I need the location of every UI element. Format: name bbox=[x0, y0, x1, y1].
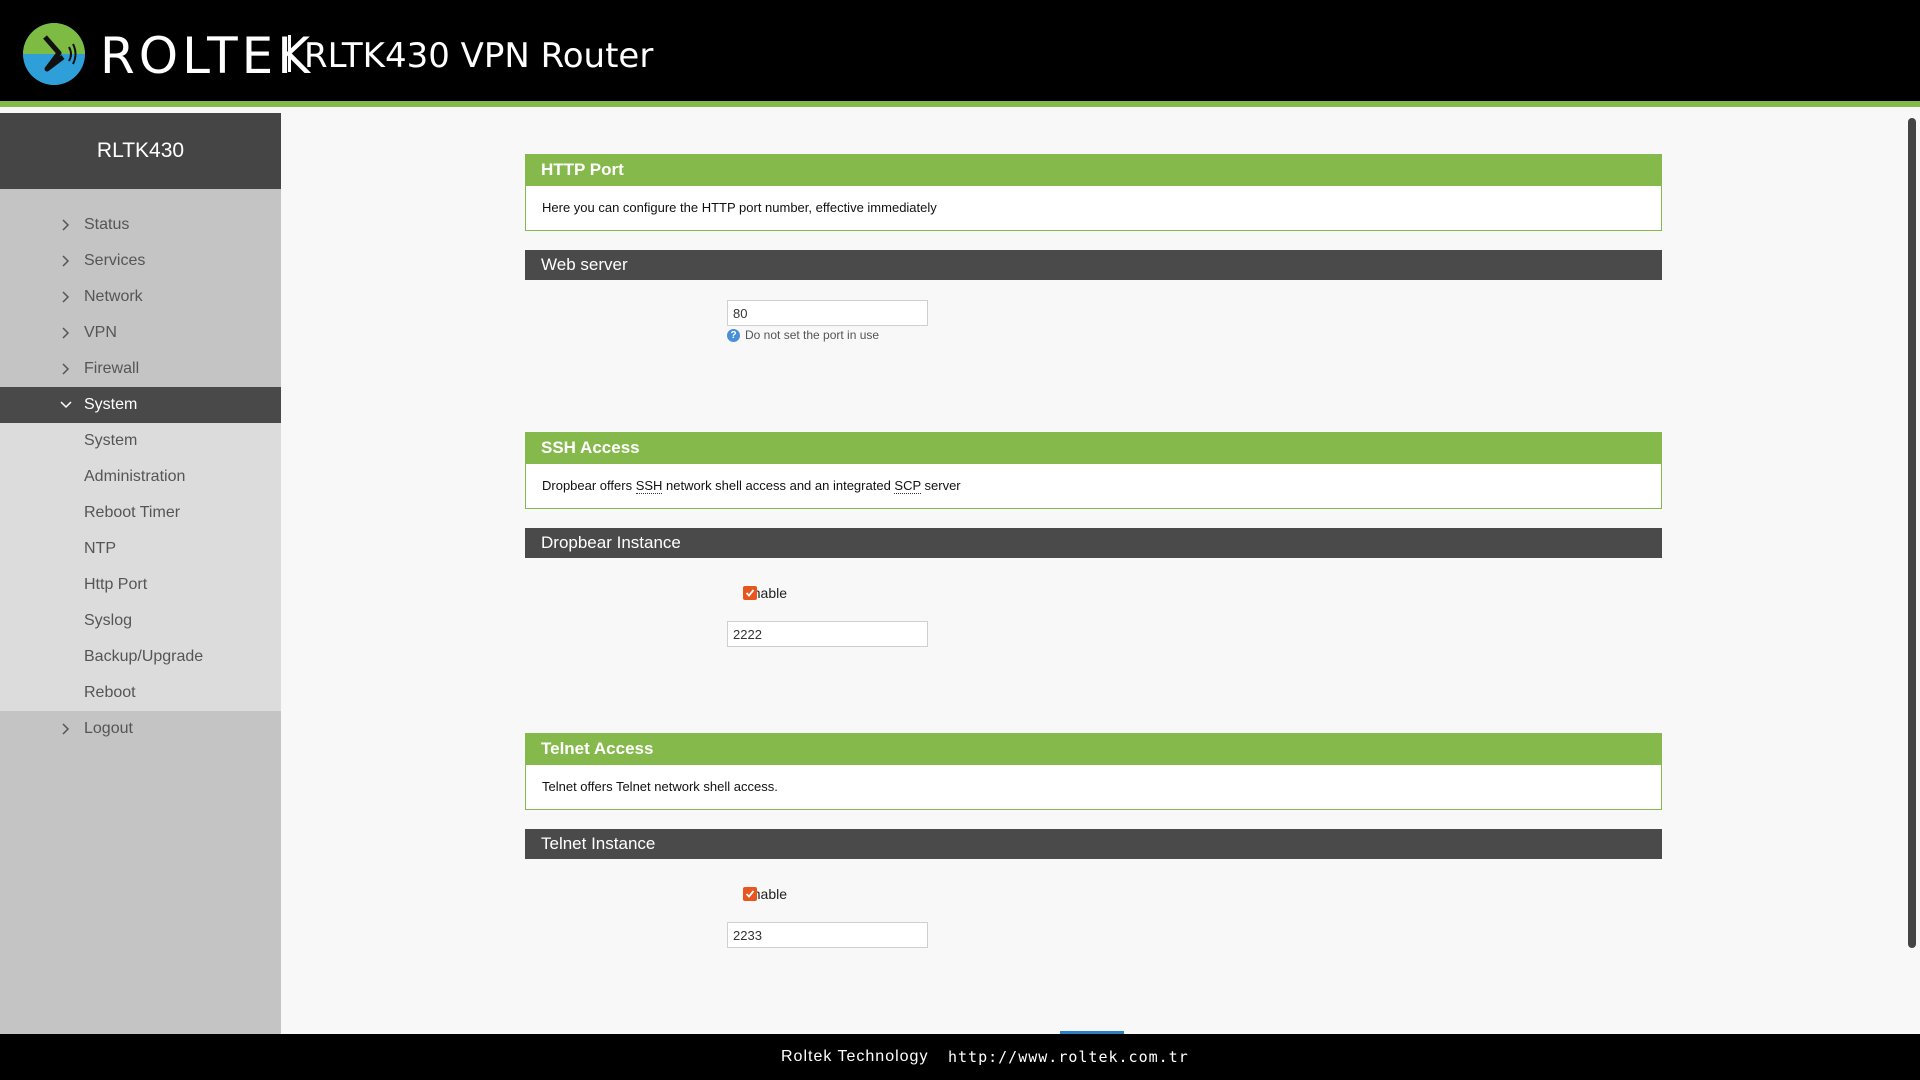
http-port-hint: ? Do not set the port in use bbox=[727, 328, 879, 342]
top-header: ROLTEK RLTK430 VPN Router bbox=[0, 0, 1920, 107]
ssh-desc-text: server bbox=[920, 478, 961, 493]
http-port-input[interactable] bbox=[727, 300, 928, 326]
chevron-down-icon bbox=[60, 387, 72, 423]
ssh-abbr: SSH bbox=[635, 478, 663, 494]
sidebar-item-label: Logout bbox=[84, 720, 133, 737]
chevron-right-icon bbox=[60, 207, 72, 243]
http-port-description: Here you can configure the HTTP port num… bbox=[525, 186, 1662, 231]
sidebar-menu-bottom: Logout bbox=[0, 711, 281, 747]
sidebar-item-services[interactable]: Services bbox=[0, 243, 281, 279]
telnet-section-title: Telnet Access bbox=[525, 733, 1662, 765]
sidebar-item-status[interactable]: Status bbox=[0, 207, 281, 243]
system-submenu: System Administration Reboot Timer NTP H… bbox=[0, 423, 281, 711]
telnet-instance-subtitle: Telnet Instance bbox=[525, 829, 1662, 859]
footer-url-link[interactable]: http://www.roltek.com.tr bbox=[948, 1034, 1189, 1080]
page-scrollbar[interactable] bbox=[1908, 118, 1916, 948]
footer-company: Roltek Technology bbox=[781, 1048, 929, 1065]
submenu-item-backup-upgrade[interactable]: Backup/Upgrade bbox=[0, 639, 281, 675]
submenu-item-reboot[interactable]: Reboot bbox=[0, 675, 281, 711]
product-title: RLTK430 VPN Router bbox=[304, 36, 654, 76]
roltek-logo-icon bbox=[23, 23, 85, 85]
chevron-right-icon bbox=[60, 711, 72, 747]
brand-name: ROLTEK bbox=[100, 27, 314, 85]
brand-separator bbox=[288, 35, 291, 72]
sidebar-item-logout[interactable]: Logout bbox=[0, 711, 281, 747]
telnet-description: Telnet offers Telnet network shell acces… bbox=[525, 765, 1662, 810]
sidebar-item-label: System bbox=[84, 396, 138, 413]
telnet-port-input[interactable] bbox=[727, 922, 928, 948]
sidebar-item-label: Services bbox=[84, 252, 146, 269]
sidebar-item-label: Network bbox=[84, 288, 143, 305]
submenu-item-syslog[interactable]: Syslog bbox=[0, 603, 281, 639]
telnet-enable-checkbox[interactable] bbox=[743, 887, 757, 901]
chevron-right-icon bbox=[60, 351, 72, 387]
chevron-right-icon bbox=[60, 279, 72, 315]
scp-abbr: SCP bbox=[894, 478, 921, 494]
dropbear-instance-subtitle: Dropbear Instance bbox=[525, 528, 1662, 558]
submenu-item-http-port[interactable]: Http Port bbox=[0, 567, 281, 603]
sidebar-title: RLTK430 bbox=[0, 113, 281, 189]
ssh-desc-text: network shell access and an integrated bbox=[662, 478, 895, 493]
main-content: HTTP Port Here you can configure the HTT… bbox=[281, 113, 1920, 1034]
submenu-item-reboot-timer[interactable]: Reboot Timer bbox=[0, 495, 281, 531]
dropbear-enable-checkbox[interactable] bbox=[743, 586, 757, 600]
sidebar: RLTK430 Status Services Network VPN Fire… bbox=[0, 113, 281, 1034]
ssh-desc-text: Dropbear offers bbox=[542, 478, 636, 493]
ssh-description: Dropbear offers SSH network shell access… bbox=[525, 464, 1662, 509]
footer: Roltek Technology http://www.roltek.com.… bbox=[0, 1034, 1920, 1080]
info-icon: ? bbox=[727, 328, 740, 342]
sidebar-item-vpn[interactable]: VPN bbox=[0, 315, 281, 351]
ssh-section-title: SSH Access bbox=[525, 432, 1662, 464]
web-server-subtitle: Web server bbox=[525, 250, 1662, 280]
telnet-enable-label: Enable bbox=[743, 886, 787, 902]
submenu-item-ntp[interactable]: NTP bbox=[0, 531, 281, 567]
dropbear-enable-label: Enable bbox=[743, 585, 787, 601]
checkmark-icon bbox=[745, 890, 755, 898]
sidebar-item-label: VPN bbox=[84, 324, 117, 341]
submenu-item-administration[interactable]: Administration bbox=[0, 459, 281, 495]
http-port-section-title: HTTP Port bbox=[525, 154, 1662, 186]
sidebar-menu: Status Services Network VPN Firewall Sys… bbox=[0, 189, 281, 423]
sidebar-item-label: Status bbox=[84, 216, 130, 233]
chevron-right-icon bbox=[60, 243, 72, 279]
submenu-item-system[interactable]: System bbox=[0, 423, 281, 459]
sidebar-item-firewall[interactable]: Firewall bbox=[0, 351, 281, 387]
sidebar-item-system[interactable]: System bbox=[0, 387, 281, 423]
http-port-hint-text: Do not set the port in use bbox=[745, 328, 880, 342]
sidebar-item-label: Firewall bbox=[84, 360, 140, 377]
checkmark-icon bbox=[745, 589, 755, 597]
chevron-right-icon bbox=[60, 315, 72, 351]
dropbear-port-input[interactable] bbox=[727, 621, 928, 647]
sidebar-item-network[interactable]: Network bbox=[0, 279, 281, 315]
